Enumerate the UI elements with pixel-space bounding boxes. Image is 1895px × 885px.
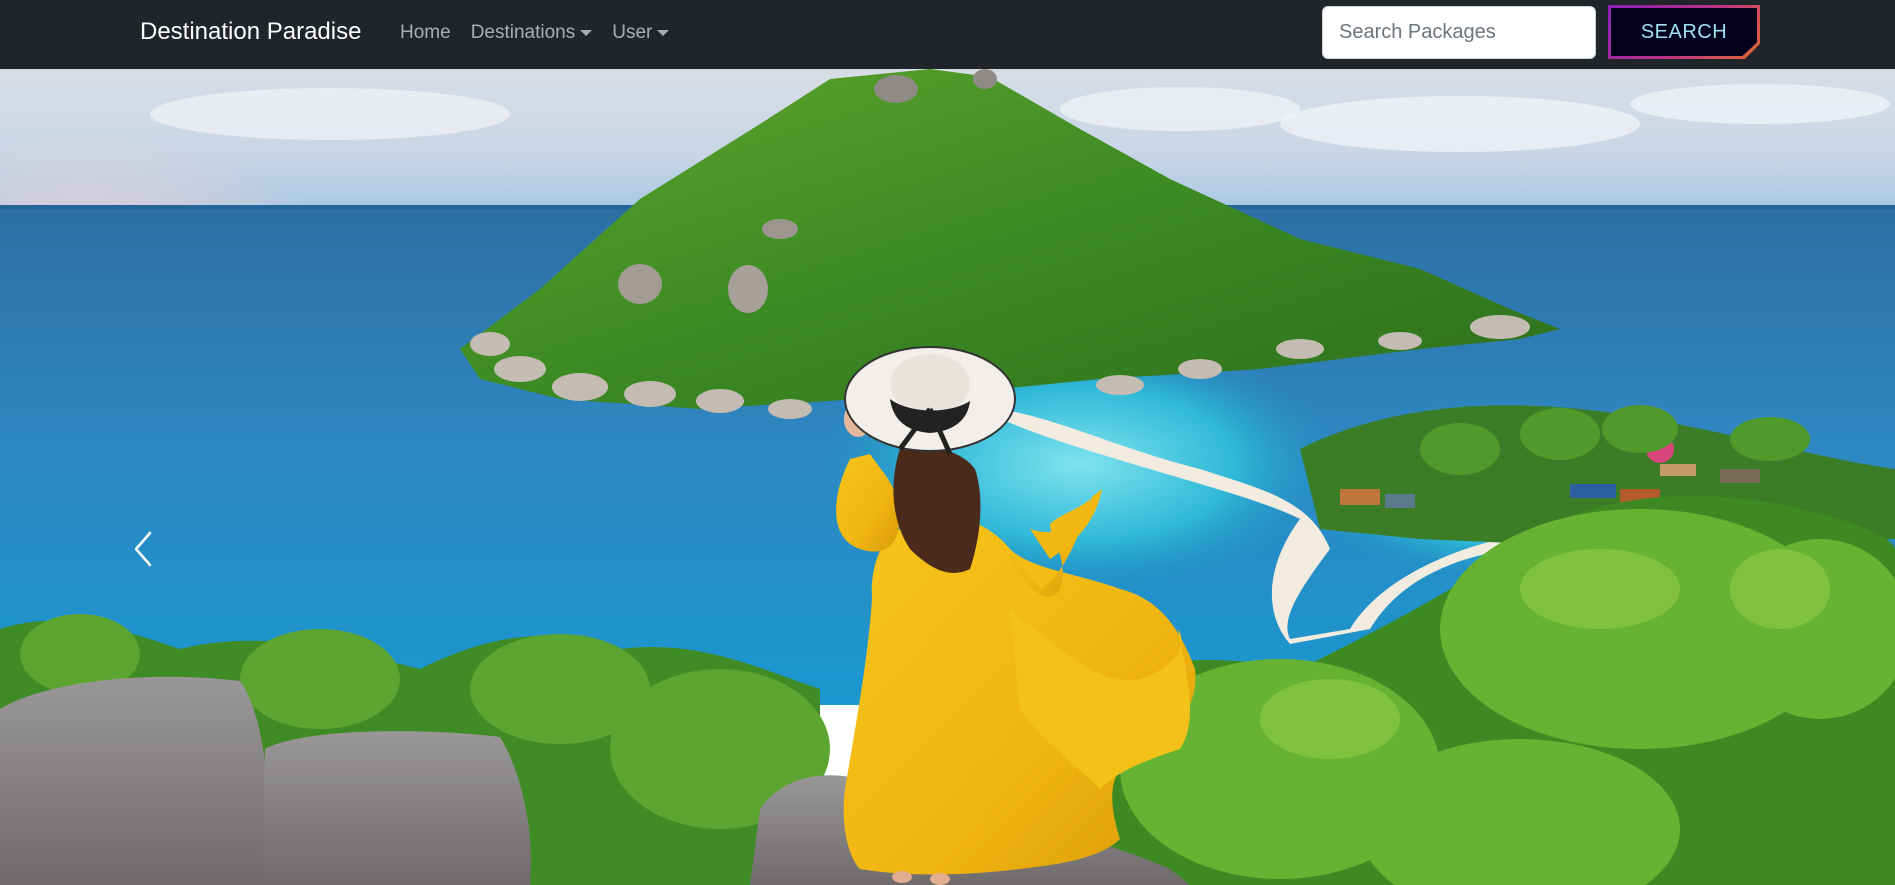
nav-link-home[interactable]: Home <box>400 20 451 46</box>
carousel-prev-button[interactable] <box>118 519 168 579</box>
hero-carousel <box>0 69 1895 885</box>
hero-image <box>0 69 1895 885</box>
nav-link-home-label: Home <box>400 22 451 43</box>
nav-dropdown-user[interactable]: User <box>612 20 670 46</box>
nav-dropdown-destinations-label: Destinations <box>470 22 576 43</box>
brand-link[interactable]: Destination Paradise <box>140 17 361 47</box>
chevron-left-icon <box>134 531 152 567</box>
search-button[interactable]: SEARCH <box>1608 5 1760 59</box>
caret-down-icon <box>657 30 670 36</box>
navbar: Destination Paradise Home Destinations U… <box>0 0 1895 69</box>
nav-links: Home Destinations User <box>400 20 689 46</box>
caret-down-icon <box>580 30 593 36</box>
nav-dropdown-destinations[interactable]: Destinations <box>471 20 593 46</box>
nav-dropdown-user-label: User <box>612 22 653 43</box>
search-button-label: SEARCH <box>1611 8 1757 56</box>
search-packages-input[interactable] <box>1322 6 1596 59</box>
